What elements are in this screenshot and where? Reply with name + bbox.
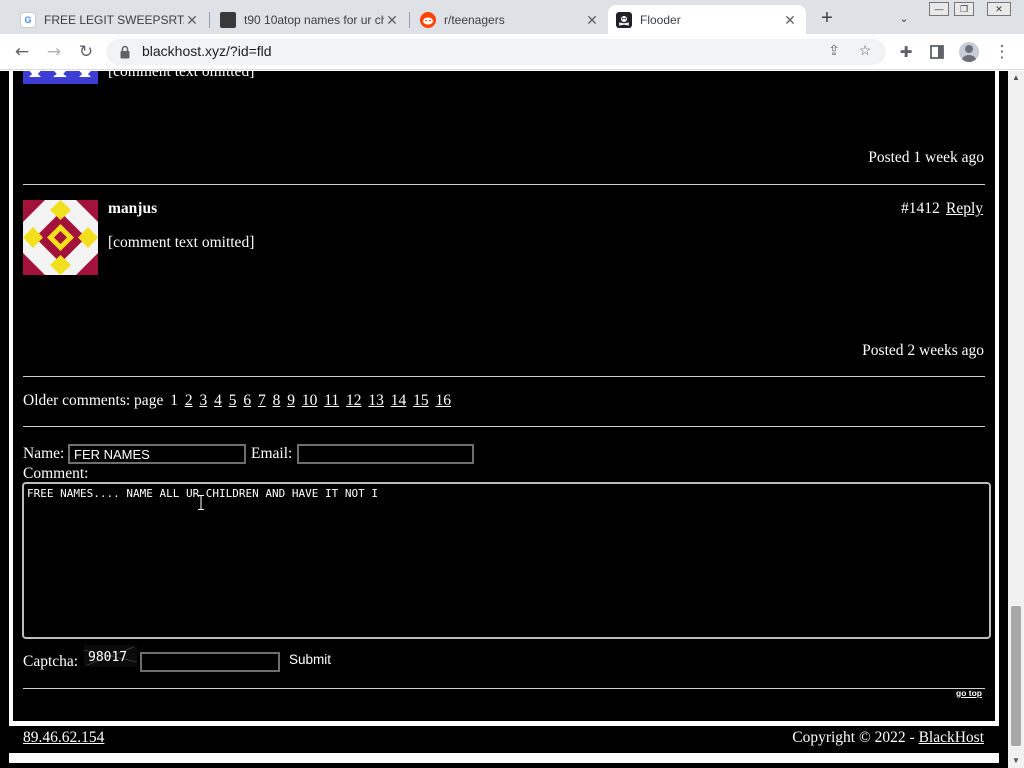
scrollbar-thumb[interactable] — [1011, 606, 1021, 746]
reply-link[interactable]: Reply — [946, 200, 983, 218]
divider — [23, 426, 985, 427]
page-link[interactable]: 13 — [368, 392, 384, 409]
footer-ip-link[interactable]: 89.46.62.154 — [23, 729, 104, 747]
captcha-text: 98017 — [88, 650, 127, 665]
address-bar[interactable]: blackhost.xyz/?id=fld ⇪ ☆ — [106, 39, 886, 65]
page-link[interactable]: 6 — [243, 392, 251, 409]
menu-icon[interactable]: ⋮ — [991, 41, 1013, 63]
page-link[interactable]: 15 — [413, 392, 429, 409]
copyright-text: Copyright © 2022 - — [792, 729, 915, 746]
go-top-link[interactable]: go top — [956, 688, 982, 698]
tab-separator — [209, 12, 210, 28]
tab-title: FREE LEGIT SWEEPSRTAKES — [44, 12, 184, 27]
new-tab-button[interactable]: + — [815, 7, 839, 31]
page-link[interactable]: 12 — [346, 392, 362, 409]
close-icon[interactable]: ✕ — [584, 12, 600, 28]
pirate-flag-icon — [616, 11, 632, 28]
page-link[interactable]: 2 — [185, 392, 193, 409]
tab-names[interactable]: t90 10atop names for ur chi ✕ — [212, 5, 408, 34]
reddit-icon — [420, 11, 436, 28]
footer-copyright: Copyright © 2022 - BlackHost — [792, 729, 984, 747]
captcha-image: 98017 — [84, 645, 137, 667]
close-icon[interactable]: ✕ — [384, 12, 400, 28]
comment-textarea[interactable]: FREE NAMES.... NAME ALL UR CHILDREN AND … — [22, 482, 991, 639]
page-link[interactable]: 8 — [273, 392, 281, 409]
divider — [23, 688, 985, 689]
page-link[interactable]: 9 — [287, 392, 295, 409]
page-frame — [9, 721, 999, 726]
close-icon[interactable]: ✕ — [184, 12, 200, 28]
divider — [23, 184, 985, 185]
post-timestamp: Posted 1 week ago — [868, 149, 984, 166]
side-panel-icon[interactable] — [926, 41, 948, 63]
maximize-button[interactable]: ❐ — [954, 2, 974, 16]
close-window-button[interactable]: ✕ — [987, 2, 1011, 16]
page-link[interactable]: 10 — [302, 392, 318, 409]
text-cursor-icon — [198, 495, 204, 510]
email-input[interactable] — [297, 444, 474, 464]
bookmark-star-icon[interactable]: ☆ — [855, 42, 875, 62]
site-icon — [220, 11, 236, 28]
captcha-label: Captcha: — [23, 653, 79, 670]
close-icon[interactable]: ✕ — [782, 12, 798, 28]
blackhost-link[interactable]: BlackHost — [919, 729, 984, 746]
comment-label: Comment: — [23, 465, 89, 482]
lock-icon — [120, 45, 130, 59]
scroll-down-icon[interactable]: ▼ — [1008, 754, 1024, 768]
url-text: blackhost.xyz/?id=fld — [142, 43, 272, 59]
scroll-up-icon[interactable]: ▲ — [1008, 71, 1024, 85]
post-body: [comment text omitted] — [108, 71, 255, 80]
page-frame — [995, 71, 999, 723]
post-body: [comment text omitted] — [108, 234, 255, 251]
name-label: Name: — [23, 445, 65, 462]
tab-teenagers[interactable]: r/teenagers ✕ — [412, 5, 608, 34]
post-number: #1412 — [901, 200, 940, 217]
google-icon: G — [20, 11, 36, 28]
reload-icon[interactable]: ↻ — [75, 41, 97, 63]
tab-title: t90 10atop names for ur chi — [244, 12, 384, 27]
captcha-input[interactable] — [140, 652, 280, 672]
minimize-button[interactable]: — — [929, 2, 949, 16]
tab-strip: G FREE LEGIT SWEEPSRTAKES ✕ t90 10atop n… — [0, 0, 1024, 34]
page-link[interactable]: 3 — [199, 392, 207, 409]
post-author: manjus — [108, 200, 158, 217]
tab-sweepstakes[interactable]: G FREE LEGIT SWEEPSRTAKES ✕ — [12, 5, 208, 34]
browser-toolbar: ← → ↻ blackhost.xyz/?id=fld ⇪ ☆ ✚ ⋮ — [0, 34, 1024, 70]
page-link[interactable]: 11 — [324, 392, 339, 409]
tab-title: r/teenagers — [444, 12, 505, 27]
page-frame — [9, 753, 999, 763]
page-viewport: [comment text omitted] Posted 1 week ago… — [0, 71, 1008, 768]
forward-icon[interactable]: → — [43, 41, 65, 63]
pagination: Older comments: page 1 2 3 4 5 6 7 8 9 1… — [23, 392, 451, 410]
post-timestamp: Posted 2 weeks ago — [862, 342, 984, 359]
profile-avatar[interactable] — [959, 42, 979, 62]
tab-search-icon[interactable]: ⌄ — [894, 9, 914, 29]
current-page: 1 — [170, 392, 178, 409]
page-frame — [9, 71, 13, 723]
page-link[interactable]: 5 — [229, 392, 237, 409]
back-icon[interactable]: ← — [11, 41, 33, 63]
page-link[interactable]: 4 — [214, 392, 222, 409]
divider — [23, 376, 985, 377]
vertical-scrollbar[interactable]: ▲ ▼ — [1008, 71, 1024, 768]
email-label: Email: — [251, 445, 293, 462]
name-input[interactable] — [68, 444, 246, 464]
page-link[interactable]: 14 — [391, 392, 407, 409]
extensions-icon[interactable]: ✚ — [895, 41, 917, 63]
pagination-label: Older comments: page — [23, 392, 164, 409]
tab-separator — [409, 12, 410, 28]
tab-flooder[interactable]: Flooder ✕ — [608, 5, 806, 34]
tab-title: Flooder — [640, 12, 681, 27]
page-link[interactable]: 16 — [436, 392, 452, 409]
share-icon[interactable]: ⇪ — [824, 42, 844, 62]
submit-button[interactable]: Submit — [289, 652, 331, 667]
page-link[interactable]: 7 — [258, 392, 266, 409]
